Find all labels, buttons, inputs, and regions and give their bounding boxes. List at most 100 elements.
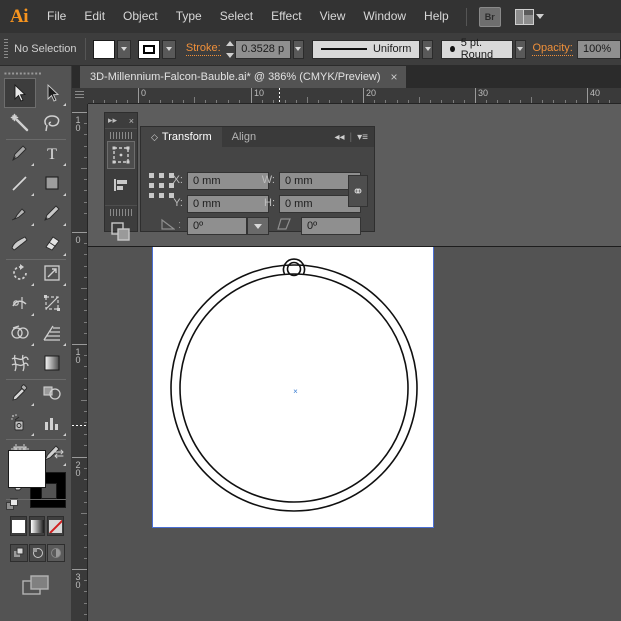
constrain-proportions-button[interactable]: ⚭ xyxy=(348,175,368,207)
stroke-weight-dropdown-button[interactable] xyxy=(293,40,303,59)
tools-divider xyxy=(6,499,66,500)
tab-align[interactable]: Align xyxy=(222,127,266,147)
menu-item-help[interactable]: Help xyxy=(415,0,458,33)
opacity-field[interactable]: 100% xyxy=(577,40,621,59)
stepper-down-icon[interactable] xyxy=(226,53,234,58)
fill-color-control[interactable] xyxy=(93,40,131,59)
ruler-origin-corner[interactable] xyxy=(72,88,88,104)
ruler-major-tick xyxy=(72,569,88,570)
fill-swatch[interactable] xyxy=(93,40,115,59)
close-icon[interactable]: × xyxy=(391,70,398,84)
magic-wand-icon xyxy=(10,113,30,133)
rotate-angle-field[interactable]: 0º xyxy=(187,217,247,235)
tool-direct-selection[interactable] xyxy=(36,78,68,108)
control-bar-grip[interactable] xyxy=(4,39,8,59)
tool-free-transform[interactable] xyxy=(36,288,68,318)
tool-mesh[interactable] xyxy=(4,348,36,378)
tool-blob-brush[interactable] xyxy=(4,228,36,258)
brush-definition-dropdown-button[interactable] xyxy=(515,40,525,59)
shear-angle-icon xyxy=(277,218,291,230)
align-panel-button[interactable] xyxy=(107,171,135,199)
close-icon[interactable]: × xyxy=(129,116,134,126)
stroke-profile-dropdown-button[interactable] xyxy=(422,40,432,59)
shear-angle-field[interactable]: 0º xyxy=(301,217,361,235)
tool-scale[interactable] xyxy=(36,258,68,288)
ruler-label: 10 xyxy=(74,348,82,364)
menu-item-edit[interactable]: Edit xyxy=(75,0,114,33)
menu-item-view[interactable]: View xyxy=(311,0,355,33)
tool-flyout-indicator-icon xyxy=(63,223,66,226)
tool-pencil[interactable] xyxy=(36,198,68,228)
opacity-label[interactable]: Opacity: xyxy=(532,42,572,56)
tool-magic-wand[interactable] xyxy=(4,108,36,138)
tool-pen[interactable] xyxy=(4,138,36,168)
swap-fill-stroke-icon[interactable]: ⇄ xyxy=(54,448,68,462)
tab-transform[interactable]: ◇ Transform xyxy=(141,127,222,147)
stroke-weight-stepper[interactable] xyxy=(226,40,234,59)
tool-rotate[interactable] xyxy=(4,258,36,288)
artboard[interactable]: × xyxy=(152,246,434,528)
horizontal-ruler[interactable]: 010203040 xyxy=(72,88,621,104)
tool-lasso[interactable] xyxy=(36,108,68,138)
menu-item-effect[interactable]: Effect xyxy=(262,0,310,33)
fill-color-indicator[interactable] xyxy=(8,450,46,488)
menu-item-select[interactable]: Select xyxy=(211,0,262,33)
menu-item-window[interactable]: Window xyxy=(354,0,415,33)
change-screen-mode-button[interactable] xyxy=(22,574,52,598)
tool-symbol-sprayer[interactable] xyxy=(4,408,36,438)
tools-panel: ▪▪▪▪▪▪▪▪▪▪ T ⇄ xyxy=(0,66,72,621)
default-fill-stroke-icon[interactable] xyxy=(6,498,20,512)
dock-group-grip[interactable] xyxy=(110,209,132,216)
tool-rectangle[interactable] xyxy=(36,168,68,198)
stroke-dropdown-button[interactable] xyxy=(162,40,176,59)
draw-inside-button[interactable] xyxy=(47,544,65,562)
stroke-profile-select[interactable]: Uniform xyxy=(312,40,421,59)
bridge-button[interactable]: Br xyxy=(479,7,501,27)
tool-eraser[interactable] xyxy=(36,228,68,258)
panel-grip-icon: ◇ xyxy=(151,132,158,143)
tools-panel-grip[interactable]: ▪▪▪▪▪▪▪▪▪▪ xyxy=(4,69,68,77)
ruler-label: 10 xyxy=(74,116,82,132)
menu-item-type[interactable]: Type xyxy=(167,0,211,33)
draw-behind-button[interactable] xyxy=(29,544,47,562)
stepper-up-icon[interactable] xyxy=(226,41,234,46)
vertical-ruler[interactable]: 100102030 xyxy=(72,104,88,621)
panel-menu-icon[interactable]: ▾≡ xyxy=(357,132,368,143)
stroke-swatch[interactable] xyxy=(138,40,160,59)
tool-selection[interactable] xyxy=(4,78,36,108)
stroke-weight-field[interactable]: 0.3528 p xyxy=(235,40,291,59)
tool-perspective-grid[interactable] xyxy=(36,318,68,348)
none-color-button[interactable] xyxy=(47,516,64,536)
control-bar: No Selection Stroke: 0.3528 p Uniform xyxy=(0,33,621,66)
ruler-minor-tick xyxy=(81,400,88,401)
pathfinder-panel-button[interactable] xyxy=(107,218,135,246)
tool-paintbrush[interactable] xyxy=(4,198,36,228)
arrange-documents-button[interactable] xyxy=(515,9,544,25)
transform-panel-button[interactable] xyxy=(107,141,135,169)
tool-type[interactable]: T xyxy=(36,138,68,168)
stroke-color-control[interactable] xyxy=(138,40,176,59)
tab-transform-label: Transform xyxy=(162,131,212,143)
tool-blend[interactable] xyxy=(36,378,68,408)
tool-shape-builder[interactable] xyxy=(4,318,36,348)
tools-row xyxy=(4,288,68,318)
column-graph-icon xyxy=(42,413,62,433)
brush-definition-select[interactable]: 5 pt. Round xyxy=(441,40,513,59)
rotate-angle-dropdown[interactable] xyxy=(247,217,269,235)
tool-line-segment[interactable] xyxy=(4,168,36,198)
tool-column-graph[interactable] xyxy=(36,408,68,438)
draw-normal-button[interactable] xyxy=(10,544,28,562)
fill-dropdown-button[interactable] xyxy=(117,40,131,59)
menu-item-file[interactable]: File xyxy=(38,0,75,33)
gradient-button[interactable] xyxy=(29,516,46,536)
collapse-panel-icon[interactable]: ◂◂ xyxy=(334,132,344,143)
document-tab[interactable]: 3D-Millennium-Falcon-Bauble.ai* @ 386% (… xyxy=(80,66,406,88)
tool-eyedropper[interactable] xyxy=(4,378,36,408)
tool-width[interactable] xyxy=(4,288,36,318)
dock-group-grip[interactable] xyxy=(110,132,132,139)
expand-panels-icon[interactable]: ▸▸ xyxy=(108,115,117,126)
menu-item-object[interactable]: Object xyxy=(114,0,167,33)
tool-gradient[interactable] xyxy=(36,348,68,378)
solid-color-button[interactable] xyxy=(10,516,27,536)
stroke-weight-label[interactable]: Stroke: xyxy=(186,42,221,56)
